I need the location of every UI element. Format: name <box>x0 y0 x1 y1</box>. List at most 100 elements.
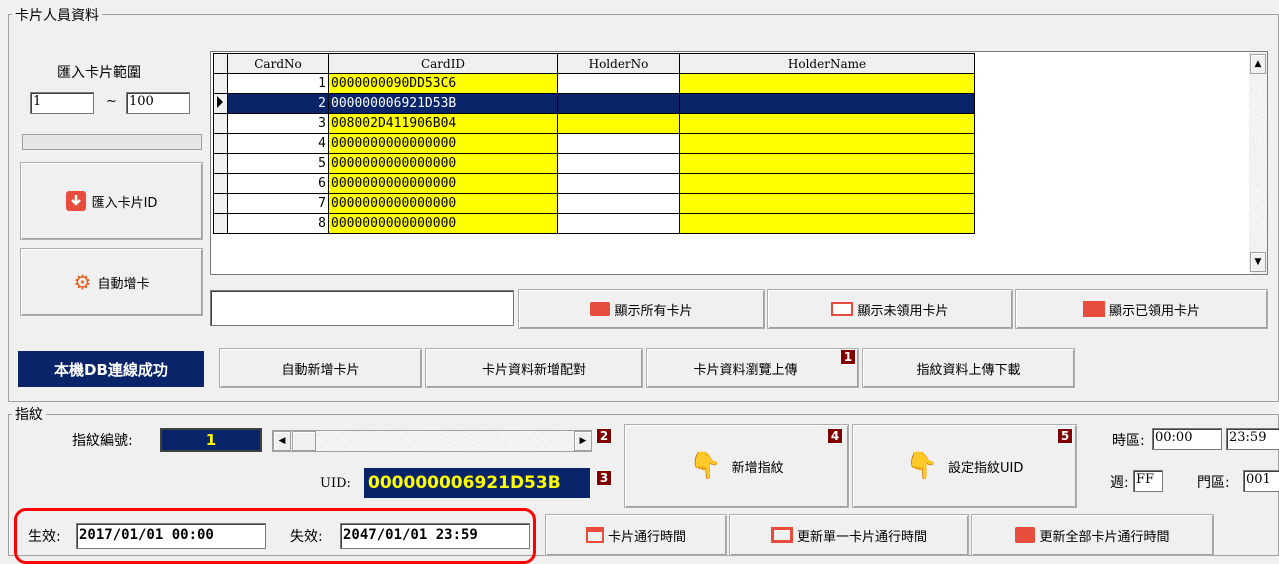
table-row[interactable]: 5 0000000000000000 <box>213 153 975 174</box>
show-unused-cards-button[interactable]: 顯示未領用卡片 <box>767 289 1013 329</box>
cell-holdername[interactable] <box>679 153 975 174</box>
cell-holdername[interactable] <box>679 193 975 214</box>
cell-holdername[interactable] <box>679 213 975 234</box>
range-from-input[interactable]: 1 <box>30 92 94 114</box>
fp-number-value[interactable]: 1 <box>160 428 262 452</box>
add-fingerprint-button[interactable]: 👇 新增指紋 <box>624 424 849 508</box>
cell-cardno[interactable]: 2 <box>227 93 329 114</box>
show-used-cards-button[interactable]: 顯示已領用卡片 <box>1015 289 1268 329</box>
step-badge-1: 1 <box>840 349 856 365</box>
cell-holdername[interactable] <box>679 73 975 94</box>
finger-pointer-icon: 👇 <box>905 451 938 481</box>
used-card-icon <box>1082 301 1105 317</box>
table-row-selected[interactable]: 2 000000006921D53B <box>213 93 975 114</box>
cell-cardno[interactable]: 1 <box>227 73 329 94</box>
add-fingerprint-label: 新增指紋 <box>731 460 784 476</box>
update-all-card-time-button[interactable]: 更新全部卡片通行時間 <box>971 514 1214 556</box>
cell-cardid[interactable]: 0000000000000000 <box>328 173 558 194</box>
cell-cardno[interactable]: 4 <box>227 133 329 154</box>
calendar-icon <box>585 527 604 543</box>
set-fp-uid-button[interactable]: 👇 設定指紋UID <box>852 424 1077 508</box>
cell-holderno[interactable] <box>557 213 680 234</box>
end-date-input[interactable]: 2047/01/01 23:59 <box>340 523 530 549</box>
cell-holderno[interactable] <box>557 133 680 154</box>
scroll-left-icon[interactable]: ◀ <box>273 431 291 451</box>
db-status-label: 本機DB連線成功 <box>18 351 204 387</box>
table-row[interactable]: 1 0000000090DD53C6 <box>213 73 975 94</box>
finger-pointer-icon: 👇 <box>689 451 722 481</box>
gear-icon: ⚙ <box>73 270 92 294</box>
cell-cardid[interactable]: 008002D411906B04 <box>328 113 558 134</box>
cell-cardid[interactable]: 0000000000000000 <box>328 213 558 234</box>
week-input[interactable]: FF <box>1133 470 1163 492</box>
cell-cardno[interactable]: 5 <box>227 153 329 174</box>
cell-holdername[interactable] <box>679 173 975 194</box>
table-row[interactable]: 8 0000000000000000 <box>213 213 975 234</box>
show-unused-cards-label: 顯示未領用卡片 <box>857 303 949 319</box>
step-badge-4: 4 <box>827 428 843 444</box>
cell-holderno[interactable] <box>557 93 680 114</box>
table-row[interactable]: 3 008002D411906B04 <box>213 113 975 134</box>
scroll-top-icon[interactable]: ▲ <box>1250 54 1266 74</box>
cell-holderno[interactable] <box>557 153 680 174</box>
auto-add-card-label: 自動增卡 <box>97 276 150 292</box>
cell-holderno[interactable] <box>557 173 680 194</box>
timezone-label: 時區: <box>1112 433 1145 449</box>
card-time-button[interactable]: 卡片通行時間 <box>545 514 727 556</box>
cell-cardid[interactable]: 0000000000000000 <box>328 133 558 154</box>
table-row[interactable]: 7 0000000000000000 <box>213 193 975 214</box>
fp-horizontal-scrollbar[interactable] <box>272 430 592 452</box>
cell-cardno[interactable]: 3 <box>227 113 329 134</box>
cards-stack-icon <box>1015 527 1036 543</box>
card-time-label: 卡片通行時間 <box>607 529 686 545</box>
cell-holderno[interactable] <box>557 113 680 134</box>
blank-card-icon <box>831 302 854 316</box>
timezone-end-input[interactable]: 23:59 <box>1226 428 1279 450</box>
column-header-holderno[interactable]: HolderNo <box>557 53 680 74</box>
scroll-thumb[interactable] <box>292 431 316 451</box>
start-label: 生效: <box>28 529 61 545</box>
show-used-cards-label: 顯示已領用卡片 <box>1108 303 1200 319</box>
table-row[interactable]: 6 0000000000000000 <box>213 173 975 194</box>
update-single-card-time-button[interactable]: 更新單一卡片通行時間 <box>729 514 969 556</box>
column-header-cardno[interactable]: CardNo <box>227 53 329 74</box>
cell-holderno[interactable] <box>557 73 680 94</box>
fp-upload-download-button[interactable]: 指紋資料上傳下載 <box>862 348 1075 388</box>
cell-cardid[interactable]: 0000000000000000 <box>328 193 558 214</box>
cell-cardno[interactable]: 6 <box>227 173 329 194</box>
timezone-start-input[interactable]: 00:00 <box>1152 428 1222 450</box>
cell-cardid[interactable]: 000000006921D53B <box>328 93 558 114</box>
cell-holdername[interactable] <box>679 93 975 114</box>
cell-cardno[interactable]: 8 <box>227 213 329 234</box>
start-date-input[interactable]: 2017/01/01 00:00 <box>76 523 266 549</box>
show-all-cards-button[interactable]: 顯示所有卡片 <box>518 289 765 329</box>
auto-add-card-button[interactable]: ⚙ 自動增卡 <box>20 248 203 316</box>
scroll-bottom-icon[interactable]: ▼ <box>1250 252 1266 272</box>
uid-value[interactable]: 000000006921D53B <box>364 468 590 498</box>
cell-cardno[interactable]: 7 <box>227 193 329 214</box>
uid-label: UID: <box>320 476 351 491</box>
scroll-right-icon[interactable]: ▶ <box>574 431 592 451</box>
auto-new-card-button[interactable]: 自動新增卡片 <box>219 348 422 388</box>
card-browse-upload-button[interactable]: 卡片資料瀏覽上傳 <box>646 348 859 388</box>
cell-cardid[interactable]: 0000000000000000 <box>328 153 558 174</box>
filter-input[interactable] <box>210 290 514 326</box>
import-card-id-button[interactable]: 匯入卡片ID <box>20 162 203 240</box>
cell-holdername[interactable] <box>679 133 975 154</box>
set-fp-uid-label: 設定指紋UID <box>948 460 1024 476</box>
column-header-holdername[interactable]: HolderName <box>679 53 975 74</box>
fp-number-label: 指紋編號: <box>72 433 133 449</box>
card-group-title: 卡片人員資料 <box>12 5 102 25</box>
card-pair-button[interactable]: 卡片資料新增配對 <box>425 348 643 388</box>
grid-vertical-scrollbar[interactable] <box>1249 52 1267 274</box>
cell-cardid[interactable]: 0000000090DD53C6 <box>328 73 558 94</box>
cell-holderno[interactable] <box>557 193 680 214</box>
column-header-cardid[interactable]: CardID <box>328 53 558 74</box>
door-input[interactable]: 001 <box>1243 470 1279 492</box>
range-to-input[interactable]: 100 <box>126 92 190 114</box>
door-label: 門區: <box>1197 475 1230 491</box>
table-row[interactable]: 4 0000000000000000 <box>213 133 975 154</box>
import-card-id-label: 匯入卡片ID <box>91 195 158 211</box>
download-icon <box>65 191 86 211</box>
cell-holdername[interactable] <box>679 113 975 134</box>
